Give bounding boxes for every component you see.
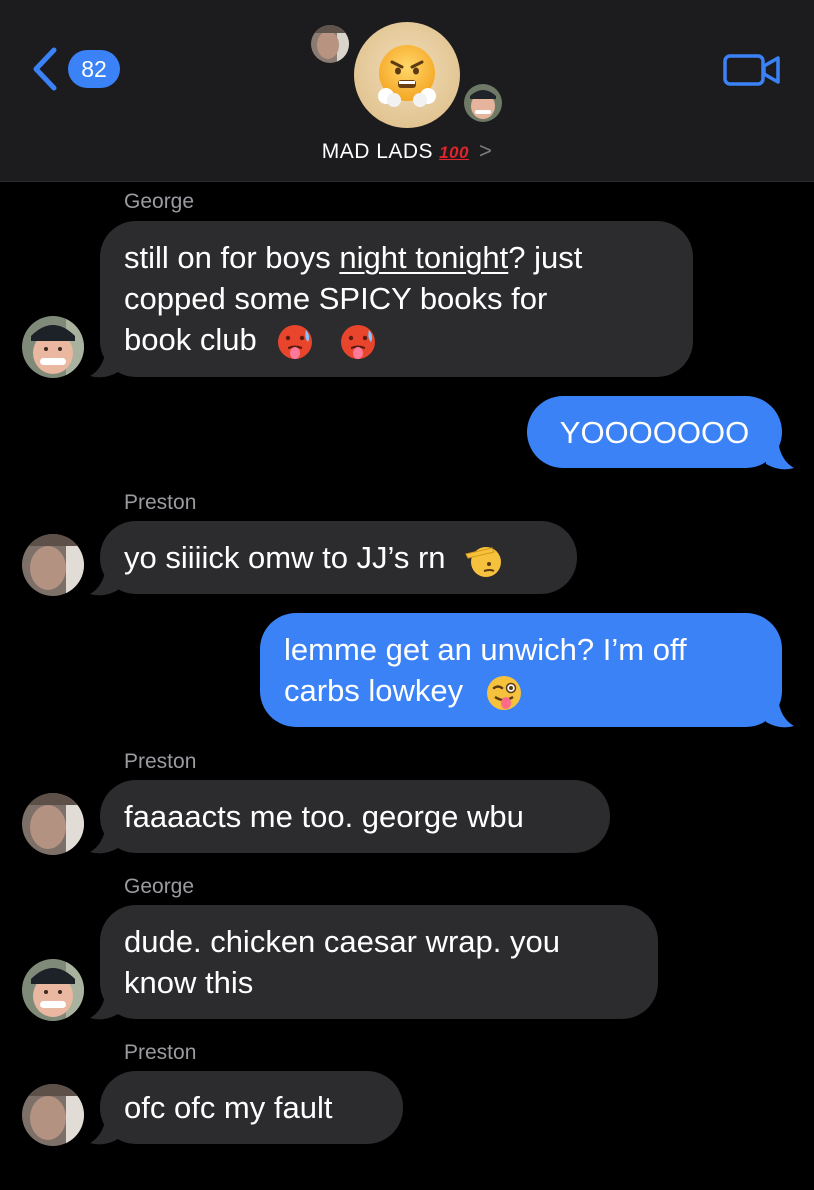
message-bubble-incoming[interactable]: dude. chicken caesar wrap. you know this: [100, 905, 658, 1019]
avatar-george: [22, 316, 84, 378]
unread-count-badge: 82: [68, 50, 120, 88]
message-text: dude. chicken caesar wrap. you: [124, 924, 560, 959]
hot-face-emoji: [278, 324, 313, 359]
member-avatar-preston-small: [311, 25, 349, 63]
face-with-steam-emoji: [378, 45, 436, 107]
sender-name: Preston: [124, 750, 197, 773]
back-button[interactable]: 82: [28, 46, 120, 92]
message-bubble-incoming[interactable]: yo siiiick omw to JJ’s rn: [100, 521, 577, 594]
messages-screen: 82 MAD LADS 100 > George still on for bo…: [0, 0, 814, 1190]
message-bubble-incoming[interactable]: ofc ofc my fault: [100, 1071, 403, 1144]
message-text: book club: [124, 319, 669, 362]
member-avatar-george-small: [464, 84, 502, 122]
winking-tongue-emoji: [486, 675, 521, 710]
avatar-preston: [22, 793, 84, 855]
sender-name: George: [124, 190, 195, 213]
group-name-label: MAD LADS: [321, 140, 434, 163]
chevron-left-icon: [33, 47, 57, 91]
saluting-face-emoji: [465, 546, 502, 577]
message-bubble-incoming[interactable]: still on for boys night tonight? just co…: [100, 221, 693, 377]
hot-face-emoji: [340, 324, 375, 359]
group-avatar[interactable]: [354, 22, 460, 128]
avatar-preston: [22, 534, 84, 596]
group-name-button[interactable]: MAD LADS 100 >: [0, 138, 814, 164]
chevron-right-icon: >: [478, 138, 493, 163]
message-text: lemme get an unwich? I’m off: [284, 632, 687, 667]
message-text: copped some SPICY books for: [124, 281, 548, 316]
avatar-preston: [22, 1084, 84, 1146]
hundred-points-emoji: 100: [439, 143, 469, 162]
sender-name: George: [124, 875, 195, 898]
message-text: yo siiiick omw to JJ’s rn: [124, 540, 446, 575]
message-text: know this: [124, 965, 254, 1000]
message-text: still on for boys night tonight? just: [124, 240, 583, 275]
message-bubble-outgoing[interactable]: lemme get an unwich? I’m off carbs lowke…: [260, 613, 782, 727]
message-bubble-incoming[interactable]: faaaacts me too. george wbu: [100, 780, 610, 853]
video-camera-icon[interactable]: [722, 50, 782, 90]
sender-name: Preston: [124, 1041, 197, 1064]
message-text: carbs lowkey: [284, 670, 758, 713]
avatar-george: [22, 959, 84, 1021]
sender-name: Preston: [124, 491, 197, 514]
message-bubble-outgoing[interactable]: YOOOOOOO: [527, 396, 782, 468]
conversation-header: 82 MAD LADS 100 >: [0, 0, 814, 182]
